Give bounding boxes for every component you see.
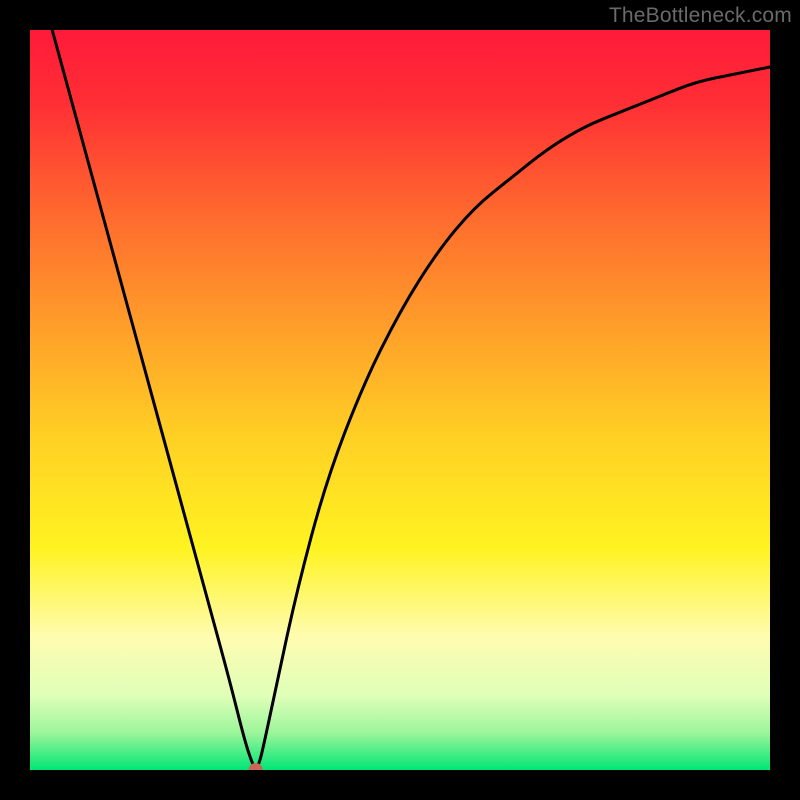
plot-area [30, 30, 770, 770]
optimum-marker [249, 763, 263, 770]
curve-layer [30, 30, 770, 770]
bottleneck-curve [52, 30, 770, 768]
chart-frame: TheBottleneck.com [0, 0, 800, 800]
attribution-label: TheBottleneck.com [609, 4, 792, 28]
